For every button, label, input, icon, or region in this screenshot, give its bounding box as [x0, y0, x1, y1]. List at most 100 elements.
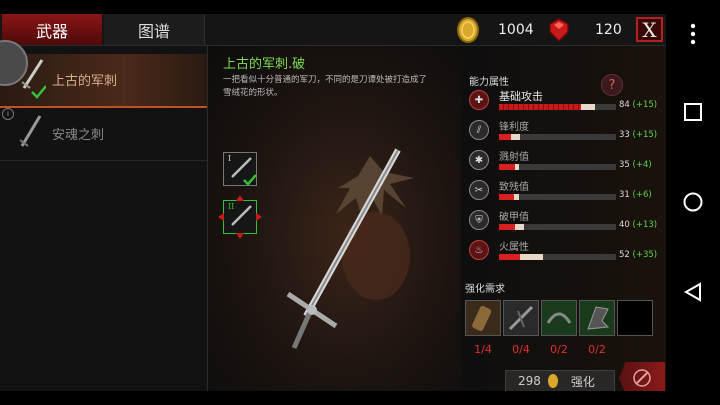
stat-bar [499, 194, 616, 200]
stat-bar-bonus [514, 194, 519, 200]
weapon-description: 一把看似十分普通的军刀，不同的是刀谭处被打造成了雪绒花的形状。 [223, 75, 428, 98]
stat-bonus: (+35) [632, 250, 658, 260]
recent-apps-icon[interactable] [675, 94, 711, 130]
stat-value-group: 84 (+15) [619, 100, 657, 110]
tab-weapons[interactable]: 武器 [2, 14, 102, 45]
material-count: 1/4 [474, 343, 492, 356]
weapon-name: 上古的军刺 [52, 74, 118, 89]
armor-break-icon: ⛨ [469, 210, 489, 230]
stat-bonus: (+15) [632, 130, 658, 140]
tier-1-slot[interactable]: I [223, 152, 257, 186]
gem-amount: 120 [595, 21, 622, 38]
stat-bar [499, 104, 616, 110]
gem-counter: 120 [545, 14, 622, 45]
stat-bar-bonus [515, 224, 524, 230]
stat-bonus: (+4) [632, 160, 652, 170]
splash-icon: ✱ [469, 150, 489, 170]
top-bar: 武器 图谱 1004 120 X [0, 14, 666, 46]
stat-bar-fill [499, 134, 511, 140]
sharpness-icon: ⫽ [469, 120, 489, 140]
upgrade-action-button[interactable] [619, 362, 665, 391]
weapon-detail: 上古的军刺.破 一把看似十分普通的军刀，不同的是刀谭处被打造成了雪绒花的形状。 … [208, 46, 461, 391]
stat-name: 致残值 [499, 182, 529, 193]
upgrade-button[interactable]: 298 强化 [505, 370, 615, 391]
dagger-icon [19, 115, 42, 147]
stat-bonus: (+6) [632, 190, 652, 200]
stat-value-group: 40 (+13) [619, 220, 657, 230]
selection-marker-icon [218, 195, 262, 239]
forge-icon [633, 369, 651, 387]
info-icon[interactable]: i [2, 108, 14, 120]
material-count: 0/2 [588, 343, 606, 356]
stat-value: 35 [619, 160, 630, 170]
material-slot[interactable] [503, 300, 539, 336]
stat-bar-fill [499, 224, 516, 230]
stat-bar [499, 224, 616, 230]
system-nav-bar [666, 0, 720, 405]
material-slot[interactable] [579, 300, 615, 336]
fire-icon: ♨ [469, 240, 489, 260]
sword-illustration [286, 148, 414, 350]
overflow-menu-icon[interactable] [675, 16, 711, 52]
cripple-icon: ✂ [469, 180, 489, 200]
close-button[interactable]: X [636, 17, 663, 42]
attack-icon: ✚ [469, 90, 489, 110]
back-icon[interactable] [675, 274, 711, 310]
stat-bar-bonus [510, 134, 521, 140]
gold-counter: 1004 [455, 14, 534, 45]
stat-value-group: 35 (+4) [619, 160, 652, 170]
stat-bar-fill [499, 254, 521, 260]
empty-material-slot[interactable] [617, 300, 653, 336]
material-slot[interactable] [465, 300, 501, 336]
stat-value-group: 31 (+6) [619, 190, 652, 200]
stat-value-group: 52 (+35) [619, 250, 657, 260]
upgrade-label: 强化 [570, 374, 595, 389]
list-item[interactable]: 上古的军刺 [0, 54, 207, 108]
requirements-title: 强化需求 [465, 284, 505, 295]
hilt-material-icon [472, 306, 492, 331]
weapon-title: 上古的军刺.破 [223, 57, 306, 72]
gold-amount: 1004 [498, 21, 534, 38]
stat-bar-fill [499, 164, 516, 170]
stat-bar-fill [499, 104, 581, 110]
stat-bonus: (+13) [632, 220, 658, 230]
upgrade-cost: 298 [518, 374, 541, 388]
stat-value: 31 [619, 190, 630, 200]
gold-coin-icon [547, 374, 558, 388]
stat-bar-bonus [520, 254, 544, 260]
material-count: 0/4 [512, 343, 530, 356]
stat-bar [499, 164, 616, 170]
list-item[interactable]: 安魂之刺 [0, 108, 207, 161]
ruby-gem-icon [549, 17, 569, 42]
stat-bar-bonus [580, 104, 595, 110]
stat-bar [499, 254, 616, 260]
guard-material-icon [546, 312, 572, 324]
crystal-material-icon [587, 306, 610, 330]
tier-2-slot[interactable]: II [218, 195, 262, 239]
attributes-title: 能力属性 [469, 77, 509, 88]
help-icon[interactable]: ? [601, 74, 623, 96]
stats-panel: 能力属性 ? ✚ 基础攻击 84 (+15) ⫽ 锋利度 33 (+15) ✱ 溅射值 35 (… [461, 46, 666, 391]
dagger-icon [231, 157, 256, 185]
material-count: 0/2 [550, 343, 568, 356]
game-screen: 武器 图谱 1004 120 X 上古的军刺 安魂之刺 i 上古的军刺.破 一把… [0, 14, 666, 391]
stat-value: 52 [619, 250, 630, 260]
weapon-list: 上古的军刺 安魂之刺 i [0, 40, 208, 391]
tab-atlas[interactable]: 图谱 [104, 14, 205, 45]
stat-name: 基础攻击 [499, 90, 543, 103]
stat-bar-bonus [515, 164, 519, 170]
stat-value: 33 [619, 130, 630, 140]
stat-value: 40 [619, 220, 630, 230]
stat-name: 火属性 [499, 242, 529, 253]
stat-name: 锋利度 [499, 122, 529, 133]
stat-bar-fill [499, 194, 515, 200]
blade-material-icon [508, 305, 534, 331]
stat-bonus: (+15) [632, 100, 658, 110]
gold-coin-icon [457, 16, 479, 43]
stat-value: 84 [619, 100, 630, 110]
stat-value-group: 33 (+15) [619, 130, 657, 140]
material-slot[interactable] [541, 300, 577, 336]
home-icon[interactable] [675, 184, 711, 220]
stat-bar [499, 134, 616, 140]
stat-name: 破甲值 [499, 212, 529, 223]
